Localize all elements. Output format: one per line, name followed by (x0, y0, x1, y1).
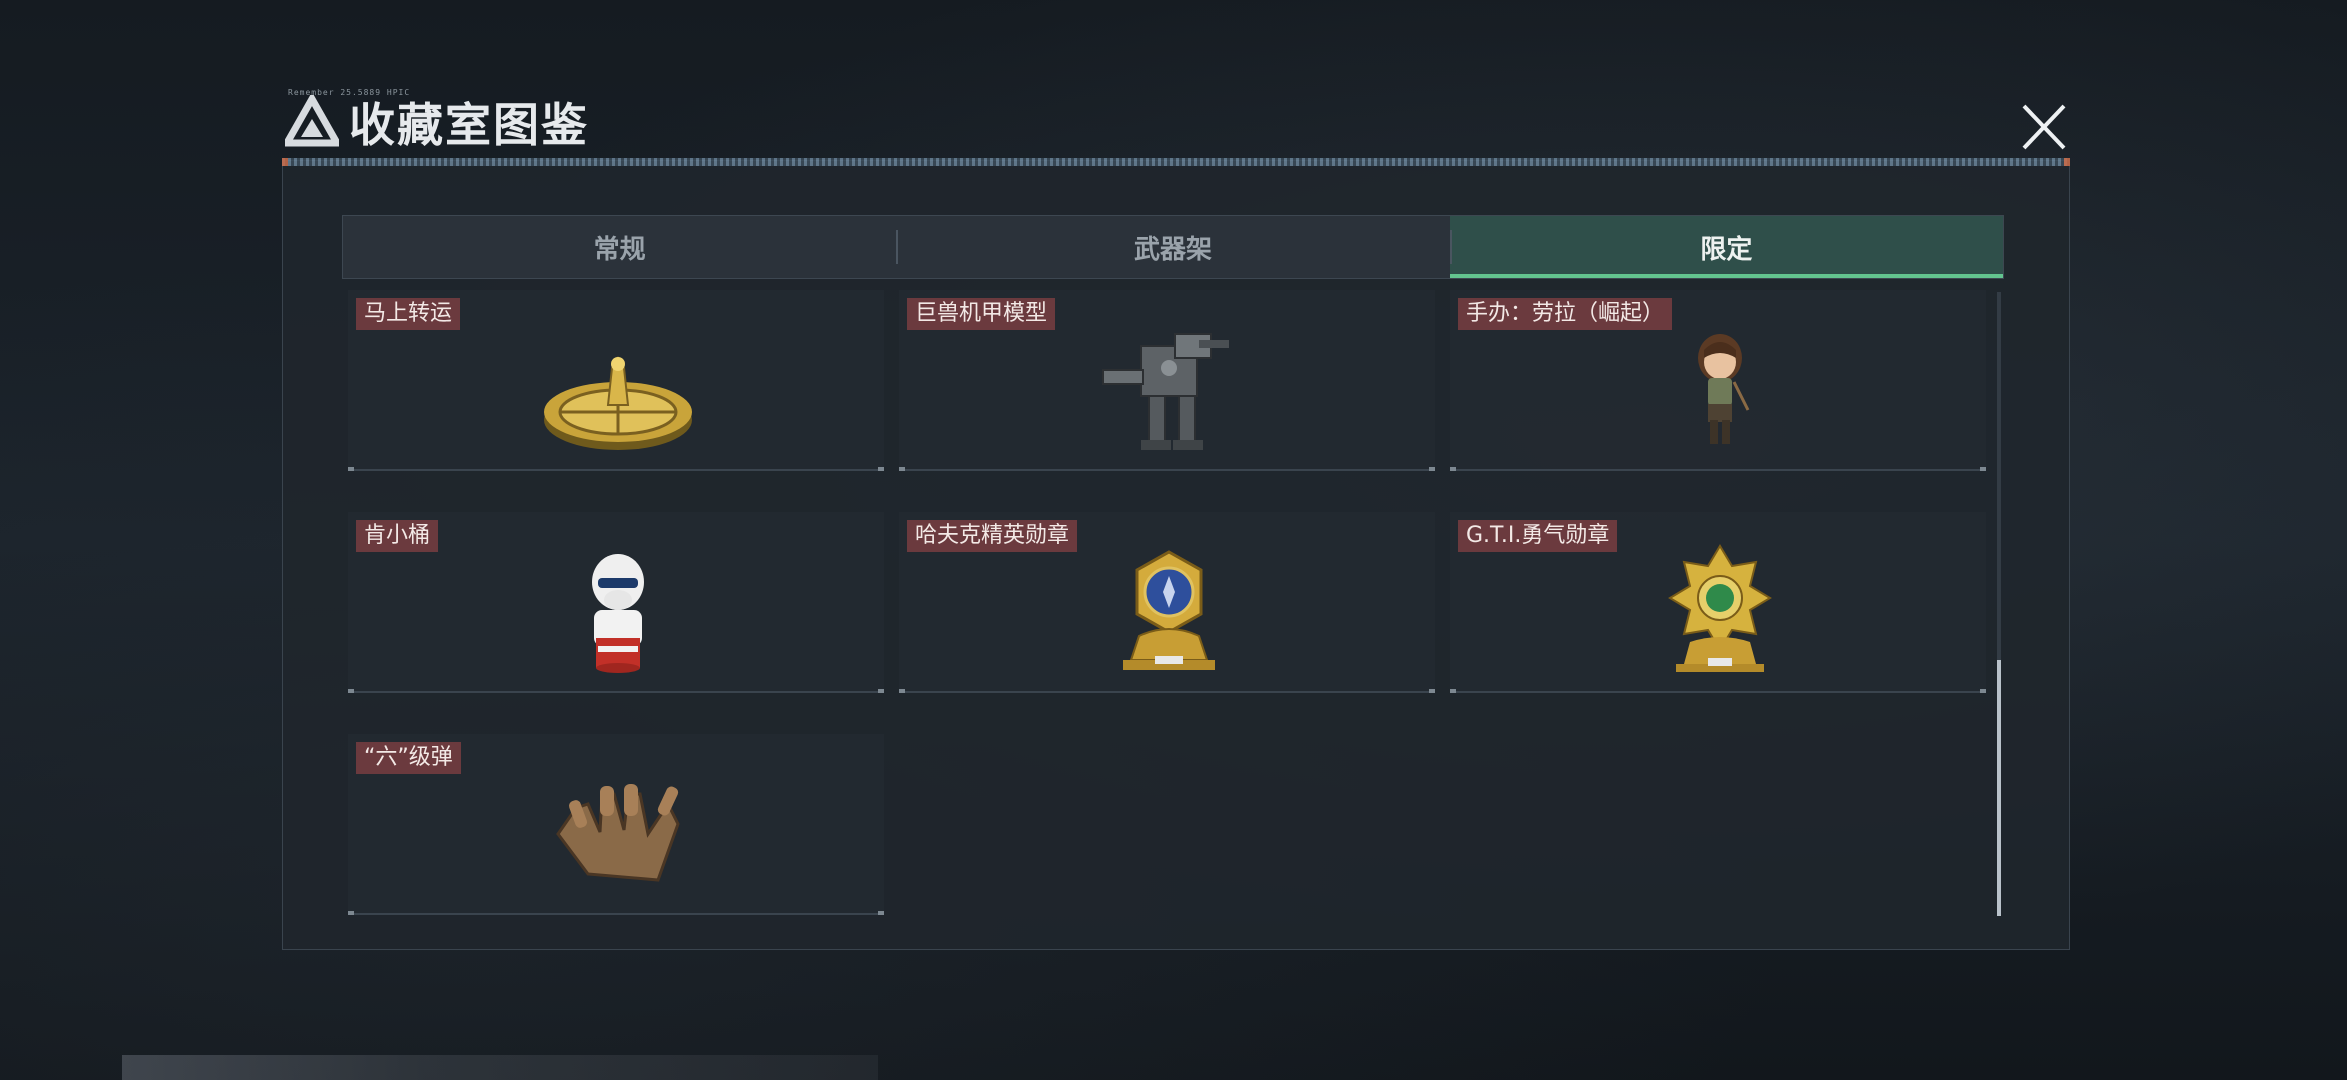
gti-courage-medal-icon (1668, 544, 1772, 672)
blurred-bottom-bar (122, 1055, 878, 1080)
items-grid: 马上转运 巨兽机甲模型 手办：劳拉（崛起） 肯小桶 哈夫克精英勋章 G.T.I.… (345, 290, 1986, 920)
header: 收藏室图鉴 (285, 92, 589, 152)
tab-regular[interactable]: 常规 (343, 216, 896, 278)
collection-item[interactable]: 哈夫克精英勋章 (899, 512, 1435, 693)
collection-item[interactable]: G.T.I.勇气勋章 (1450, 512, 1986, 693)
collection-item[interactable]: 巨兽机甲模型 (899, 290, 1435, 471)
six-bullets-hand-icon (556, 784, 680, 882)
kfc-colonel-figure-icon (592, 554, 644, 673)
close-button[interactable] (2012, 100, 2076, 154)
card-divider (348, 689, 884, 693)
card-divider (1450, 467, 1986, 471)
collection-item[interactable]: 肯小桶 (348, 512, 884, 693)
tab-weapon-rack[interactable]: 武器架 (896, 216, 1449, 278)
item-label: 巨兽机甲模型 (907, 298, 1056, 330)
mech-model-icon (1102, 333, 1229, 450)
card-divider (348, 911, 884, 915)
item-label: G.T.I.勇气勋章 (1458, 520, 1618, 552)
tab-limited[interactable]: 限定 (1449, 216, 2003, 278)
card-divider (899, 467, 1435, 471)
panel-top-divider-ends (282, 158, 2070, 166)
item-label: “六”级弹 (356, 742, 461, 774)
golden-turntable-icon (544, 356, 692, 450)
triangle-logo-icon (285, 95, 339, 147)
item-label: 马上转运 (356, 298, 461, 330)
category-tabs: 常规 武器架 限定 (342, 215, 2004, 279)
lara-figure-icon (1698, 334, 1750, 444)
card-divider (1450, 689, 1986, 693)
close-icon (2022, 104, 2066, 150)
card-divider (899, 689, 1435, 693)
scrollbar-thumb[interactable] (1997, 660, 2001, 916)
haavk-elite-medal-icon (1123, 550, 1215, 670)
collection-item[interactable]: 马上转运 (348, 290, 884, 471)
item-label: 肯小桶 (356, 520, 439, 552)
item-label: 哈夫克精英勋章 (907, 520, 1078, 552)
card-divider (348, 467, 884, 471)
collection-item[interactable]: “六”级弹 (348, 734, 884, 915)
page-title: 收藏室图鉴 (349, 98, 589, 152)
collection-item[interactable]: 手办：劳拉（崛起） (1450, 290, 1986, 471)
